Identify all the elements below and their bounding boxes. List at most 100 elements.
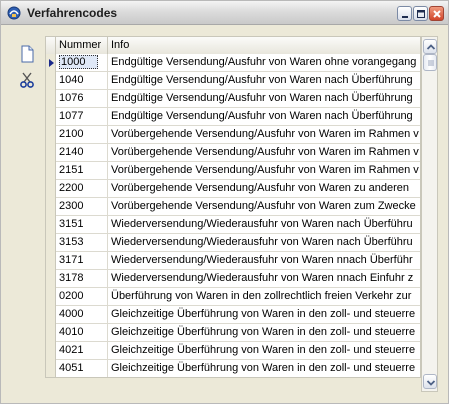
cell-nummer[interactable]: 3151	[56, 216, 108, 234]
title-bar[interactable]: Verfahrencodes	[1, 1, 448, 25]
cell-info[interactable]: Vorübergehende Versendung/Ausfuhr von Wa…	[108, 126, 420, 144]
maximize-button[interactable]	[413, 6, 428, 21]
cell-nummer-value: 0200	[59, 290, 84, 302]
cell-nummer[interactable]: 2151	[56, 162, 108, 180]
cell-info[interactable]: Vorübergehende Versendung/Ausfuhr von Wa…	[108, 198, 420, 216]
row-indicator[interactable]	[46, 252, 56, 270]
table-row[interactable]: 1000 Endgültige Versendung/Ausfuhr von Wa…	[46, 54, 420, 72]
cell-nummer-value: 3171	[59, 254, 84, 266]
cell-info[interactable]: Gleichzeitige Überführung von Waren in d…	[108, 360, 420, 377]
row-indicator[interactable]	[46, 108, 56, 126]
cell-nummer-value: 4051	[59, 362, 84, 374]
row-indicator[interactable]	[46, 162, 56, 180]
table-row[interactable]: 1040 Endgültige Versendung/Ausfuhr von Wa…	[46, 72, 420, 90]
cell-info[interactable]: Endgültige Versendung/Ausfuhr von Waren …	[108, 54, 420, 72]
cell-nummer[interactable]: 1077	[56, 108, 108, 126]
scissors-icon[interactable]	[18, 71, 36, 89]
close-icon	[433, 10, 441, 18]
cell-nummer[interactable]: 1000	[56, 54, 108, 72]
cell-nummer[interactable]: 4021	[56, 342, 108, 360]
table-row[interactable]: 2300 Vorübergehende Versendung/Ausfuhr vo…	[46, 198, 420, 216]
cell-nummer[interactable]: 3178	[56, 270, 108, 288]
cell-nummer[interactable]: 4000	[56, 306, 108, 324]
row-indicator[interactable]	[46, 198, 56, 216]
scroll-down-button[interactable]	[423, 374, 437, 389]
cell-nummer[interactable]: 2200	[56, 180, 108, 198]
table-row[interactable]: 4051 Gleichzeitige Überführung von Waren …	[46, 360, 420, 377]
minimize-icon	[402, 16, 408, 18]
cell-info[interactable]: Endgültige Versendung/Ausfuhr von Waren …	[108, 72, 420, 90]
row-indicator[interactable]	[46, 126, 56, 144]
table-row[interactable]: 2200 Vorübergehende Versendung/Ausfuhr vo…	[46, 180, 420, 198]
cell-nummer-value: 1040	[59, 74, 84, 86]
scroll-up-button[interactable]	[423, 39, 437, 54]
table-row[interactable]: 3153 Wiederversendung/Wiederausfuhr von W…	[46, 234, 420, 252]
cell-nummer-value: 3153	[59, 236, 84, 248]
cell-nummer-value: 1000	[59, 55, 99, 69]
cell-nummer-value: 3151	[59, 218, 84, 230]
cell-info[interactable]: Vorübergehende Versendung/Ausfuhr von Wa…	[108, 144, 420, 162]
app-icon[interactable]	[7, 6, 21, 20]
table-row[interactable]: 2140 Vorübergehende Versendung/Ausfuhr vo…	[46, 144, 420, 162]
cell-info[interactable]: Endgültige Versendung/Ausfuhr von Waren …	[108, 90, 420, 108]
cell-nummer[interactable]: 1076	[56, 90, 108, 108]
cell-nummer-value: 4010	[59, 326, 84, 338]
column-header-nummer[interactable]: Nummer	[56, 37, 108, 54]
cell-nummer[interactable]: 3171	[56, 252, 108, 270]
grid-header: Nummer Info	[46, 37, 420, 54]
close-button[interactable]	[429, 6, 444, 21]
cell-nummer[interactable]: 2300	[56, 198, 108, 216]
cell-nummer[interactable]: 4010	[56, 324, 108, 342]
row-indicator[interactable]	[46, 342, 56, 360]
table-row[interactable]: 2151 Vorübergehende Versendung/Ausfuhr vo…	[46, 162, 420, 180]
row-indicator[interactable]	[46, 234, 56, 252]
cell-info[interactable]: Gleichzeitige Überführung von Waren in d…	[108, 342, 420, 360]
row-indicator[interactable]	[46, 144, 56, 162]
cell-nummer[interactable]: 3153	[56, 234, 108, 252]
column-header-info[interactable]: Info	[108, 37, 420, 54]
cell-info[interactable]: Wiederversendung/Wiederausfuhr von Waren…	[108, 252, 420, 270]
row-indicator[interactable]	[46, 306, 56, 324]
table-row[interactable]: 1077 Endgültige Versendung/Ausfuhr von Wa…	[46, 108, 420, 126]
cell-nummer[interactable]: 4051	[56, 360, 108, 377]
cell-nummer[interactable]: 1040	[56, 72, 108, 90]
verfahrencodes-window: Verfahrencodes Nummer Info 1000 Endgülti…	[0, 0, 449, 404]
table-row[interactable]: 4000 Gleichzeitige Überführung von Waren …	[46, 306, 420, 324]
cell-nummer[interactable]: 2140	[56, 144, 108, 162]
cell-info[interactable]: Wiederversendung/Wiederausfuhr von Waren…	[108, 270, 420, 288]
row-indicator[interactable]	[46, 288, 56, 306]
row-indicator[interactable]	[46, 180, 56, 198]
table-row[interactable]: 4010 Gleichzeitige Überführung von Waren …	[46, 324, 420, 342]
cell-info[interactable]: Wiederversendung/Wiederausfuhr von Waren…	[108, 234, 420, 252]
minimize-button[interactable]	[397, 6, 412, 21]
table-row[interactable]: 2100 Vorübergehende Versendung/Ausfuhr vo…	[46, 126, 420, 144]
cell-nummer[interactable]: 2100	[56, 126, 108, 144]
cell-info[interactable]: Gleichzeitige Überführung von Waren in d…	[108, 306, 420, 324]
cell-info[interactable]: Wiederversendung/Wiederausfuhr von Waren…	[108, 216, 420, 234]
cell-info[interactable]: Vorübergehende Versendung/Ausfuhr von Wa…	[108, 180, 420, 198]
row-indicator[interactable]	[46, 324, 56, 342]
table-row[interactable]: 1076 Endgültige Versendung/Ausfuhr von Wa…	[46, 90, 420, 108]
new-document-icon[interactable]	[18, 45, 36, 63]
verfahrencodes-grid[interactable]: Nummer Info 1000 Endgültige Versendung/Au…	[45, 36, 421, 378]
vertical-scrollbar[interactable]	[421, 36, 438, 392]
cell-info[interactable]: Gleichzeitige Überführung von Waren in d…	[108, 324, 420, 342]
cell-nummer[interactable]: 0200	[56, 288, 108, 306]
table-row[interactable]: 3151 Wiederversendung/Wiederausfuhr von W…	[46, 216, 420, 234]
row-indicator[interactable]	[46, 72, 56, 90]
table-row[interactable]: 4021 Gleichzeitige Überführung von Waren …	[46, 342, 420, 360]
scroll-thumb[interactable]	[423, 54, 437, 71]
current-row-arrow-icon	[49, 59, 54, 67]
cell-info[interactable]: Endgültige Versendung/Ausfuhr von Waren …	[108, 108, 420, 126]
table-row[interactable]: 0200 Überführung von Waren in den zollrec…	[46, 288, 420, 306]
table-row[interactable]: 3171 Wiederversendung/Wiederausfuhr von W…	[46, 252, 420, 270]
cell-info[interactable]: Vorübergehende Versendung/Ausfuhr von Wa…	[108, 162, 420, 180]
row-indicator[interactable]	[46, 54, 56, 72]
row-indicator[interactable]	[46, 360, 56, 377]
cell-info[interactable]: Überführung von Waren in den zollrechtli…	[108, 288, 420, 306]
row-indicator[interactable]	[46, 90, 56, 108]
cell-nummer-value: 3178	[59, 272, 84, 284]
row-indicator[interactable]	[46, 216, 56, 234]
table-row[interactable]: 3178 Wiederversendung/Wiederausfuhr von W…	[46, 270, 420, 288]
row-indicator[interactable]	[46, 270, 56, 288]
